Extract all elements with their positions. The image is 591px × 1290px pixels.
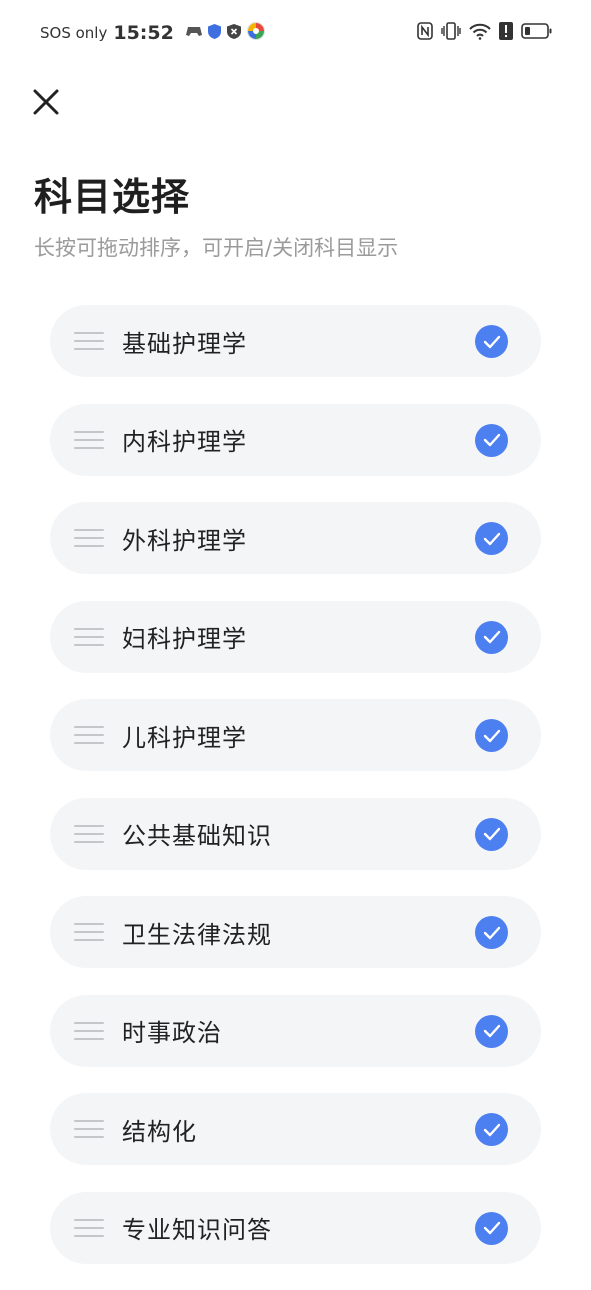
drag-handle-icon[interactable] — [74, 1021, 104, 1042]
wifi-icon — [469, 22, 491, 44]
subject-label: 内科护理学 — [122, 428, 247, 456]
subject-item[interactable]: 时事政治 — [50, 994, 541, 1067]
subject-item[interactable]: 内科护理学 — [50, 403, 541, 476]
close-button[interactable] — [30, 86, 62, 118]
carrier-text: SOS only — [40, 24, 108, 42]
page-title: 科目选择 — [34, 175, 191, 219]
battery-icon — [521, 22, 553, 44]
drag-handle-icon[interactable] — [74, 430, 104, 451]
subject-label: 时事政治 — [122, 1019, 222, 1047]
subject-label: 卫生法律法规 — [122, 920, 272, 949]
subject-label: 专业知识问答 — [122, 1216, 272, 1244]
subject-item[interactable]: 公共基础知识 — [50, 797, 541, 870]
subject-item[interactable]: 基础护理学 — [50, 305, 541, 377]
clock: 15:52 — [113, 22, 174, 44]
status-bar: SOS only 15:52 — [0, 0, 591, 66]
status-right — [417, 22, 553, 44]
security-icon — [226, 23, 241, 43]
subject-label: 妇科护理学 — [122, 625, 247, 653]
drag-handle-icon[interactable] — [74, 1120, 104, 1140]
checkmark-icon[interactable] — [475, 719, 508, 752]
drag-handle-icon[interactable] — [74, 332, 104, 352]
drag-handle-icon[interactable] — [74, 726, 104, 746]
subject-list: 基础护理学 内科护理学 外科护理学 妇科护理学 儿科护理学 公共基础知识 卫生法… — [50, 305, 541, 1290]
vibrate-icon — [441, 22, 461, 44]
game-controller-icon — [185, 24, 202, 42]
checkmark-icon[interactable] — [475, 620, 508, 654]
drag-handle-icon[interactable] — [74, 923, 104, 943]
subject-item[interactable]: 结构化 — [50, 1093, 541, 1165]
close-icon — [33, 89, 59, 115]
checkmark-icon[interactable] — [475, 817, 508, 851]
checkmark-icon[interactable] — [475, 423, 508, 457]
subject-item[interactable]: 专业知识问答 — [50, 1191, 541, 1264]
checkmark-icon[interactable] — [475, 1014, 508, 1048]
subject-label: 公共基础知识 — [122, 822, 272, 850]
app-logo-icon — [246, 22, 265, 44]
checkmark-icon[interactable] — [475, 522, 508, 555]
checkmark-icon[interactable] — [475, 1211, 508, 1245]
drag-handle-icon[interactable] — [74, 627, 104, 648]
checkmark-icon[interactable] — [475, 916, 508, 949]
subject-item[interactable]: 儿科护理学 — [50, 699, 541, 771]
subject-label: 外科护理学 — [122, 526, 247, 555]
drag-handle-icon[interactable] — [74, 1218, 104, 1239]
subject-label: 基础护理学 — [122, 329, 247, 358]
status-left: SOS only 15:52 — [40, 22, 265, 44]
checkmark-icon[interactable] — [475, 325, 508, 358]
page-subtitle: 长按可拖动排序，可开启/关闭科目显示 — [34, 236, 399, 260]
subject-label: 结构化 — [122, 1117, 197, 1146]
checkmark-icon[interactable] — [475, 1113, 508, 1146]
subject-label: 儿科护理学 — [122, 723, 247, 752]
shield-icon — [207, 23, 221, 43]
nfc-icon — [417, 22, 433, 44]
subject-item[interactable]: 妇科护理学 — [50, 600, 541, 673]
subject-item[interactable]: 卫生法律法规 — [50, 896, 541, 968]
drag-handle-icon[interactable] — [74, 529, 104, 549]
subject-item[interactable]: 外科护理学 — [50, 502, 541, 574]
alert-icon — [499, 22, 513, 44]
drag-handle-icon[interactable] — [74, 824, 104, 845]
